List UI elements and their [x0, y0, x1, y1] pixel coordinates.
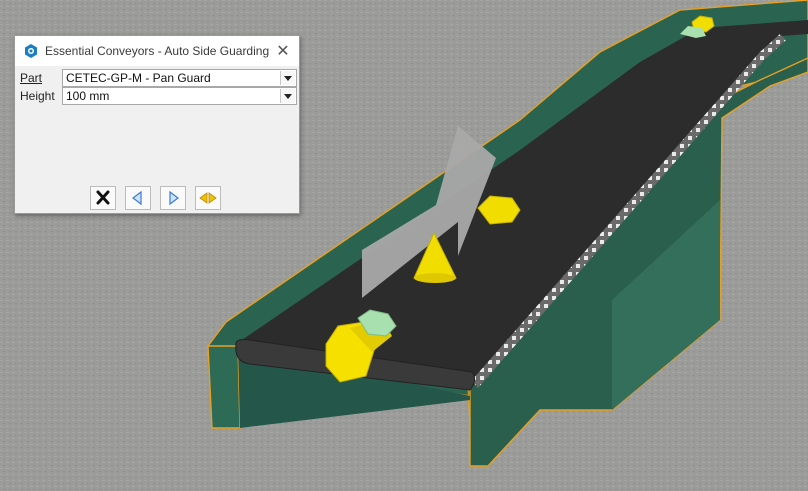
- right-arrow-icon: [169, 190, 179, 206]
- dialog-title: Essential Conveyors - Auto Side Guarding: [45, 44, 270, 58]
- app-logo-icon: [25, 44, 37, 58]
- previous-button[interactable]: [125, 186, 151, 210]
- height-dropdown[interactable]: 100 mm: [62, 87, 297, 105]
- chevron-down-icon[interactable]: [280, 89, 295, 103]
- close-button[interactable]: ✕: [273, 41, 293, 61]
- next-button[interactable]: [160, 186, 186, 210]
- flip-direction-button[interactable]: [195, 186, 221, 210]
- height-row: Height 100 mm: [16, 87, 298, 105]
- cone-handle-base: [414, 273, 456, 283]
- cancel-button[interactable]: [90, 186, 116, 210]
- height-value: 100 mm: [66, 89, 110, 103]
- chevron-down-icon[interactable]: [280, 71, 295, 85]
- dialog-content-area: [16, 106, 298, 183]
- x-icon: [96, 190, 110, 205]
- close-icon: ✕: [276, 41, 290, 60]
- height-label: Height: [20, 89, 55, 103]
- frame-front-left[interactable]: [207, 345, 241, 429]
- part-row: Part CETEC-GP-M - Pan Guard: [16, 69, 298, 87]
- part-dropdown[interactable]: CETEC-GP-M - Pan Guard: [62, 69, 297, 87]
- dialog-titlebar[interactable]: Essential Conveyors - Auto Side Guarding…: [15, 36, 299, 66]
- part-value: CETEC-GP-M - Pan Guard: [66, 71, 211, 85]
- dialog-button-bar: [15, 182, 299, 213]
- part-label: Part: [20, 71, 43, 85]
- auto-side-guarding-dialog: Essential Conveyors - Auto Side Guarding…: [14, 35, 300, 214]
- double-arrow-icon: [199, 192, 217, 204]
- left-arrow-icon: [132, 190, 142, 206]
